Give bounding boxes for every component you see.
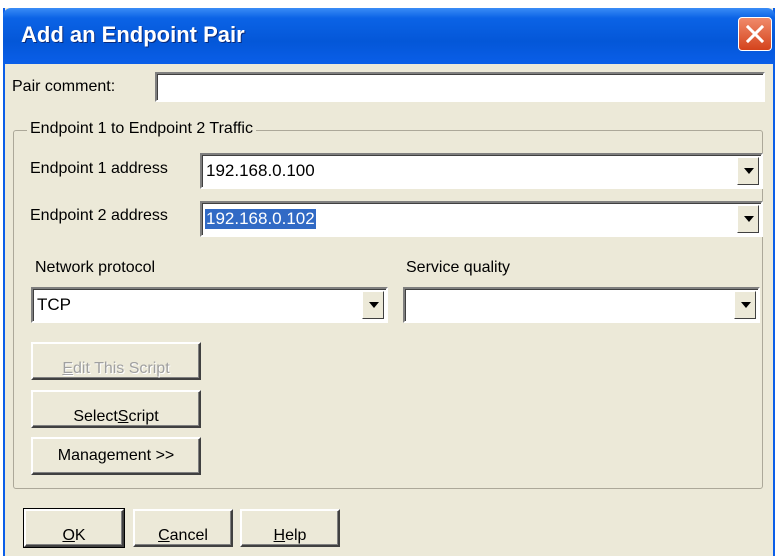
network-protocol-dropdown-button[interactable] [362, 291, 384, 319]
service-quality-dropdown-button[interactable] [734, 291, 756, 319]
endpoint2-value: 192.168.0.102 [205, 209, 316, 229]
pair-comment-label: Pair comment: [12, 78, 116, 95]
close-x-icon [746, 25, 764, 43]
endpoint1-label: Endpoint 1 address [30, 160, 168, 177]
endpoint1-value: 192.168.0.100 [206, 161, 315, 180]
select-script-button[interactable]: Select Script [31, 390, 201, 428]
dialog-title: Add an Endpoint Pair [21, 22, 245, 47]
service-quality-label: Service quality [406, 259, 511, 276]
cancel-button[interactable]: Cancel [133, 509, 233, 547]
endpoint2-label: Endpoint 2 address [30, 207, 168, 224]
network-protocol-select[interactable]: TCP [31, 287, 388, 323]
network-protocol-value: TCP [37, 295, 71, 314]
network-protocol-label: Network protocol [35, 259, 156, 276]
edit-script-button[interactable]: Edit This Script [31, 342, 201, 380]
chevron-down-icon [741, 302, 751, 308]
close-button[interactable] [738, 17, 772, 51]
endpoint2-combobox[interactable]: 192.168.0.102 [200, 201, 763, 237]
endpoint1-combobox[interactable]: 192.168.0.100 [200, 153, 763, 189]
traffic-group-title: Endpoint 1 to Endpoint 2 Traffic [27, 120, 256, 138]
endpoint1-dropdown-button[interactable] [737, 157, 759, 185]
chevron-down-icon [744, 216, 754, 222]
title-bar[interactable]: Add an Endpoint Pair [3, 8, 775, 64]
chevron-down-icon [744, 168, 754, 174]
endpoint2-dropdown-button[interactable] [737, 205, 759, 233]
help-button[interactable]: Help [240, 509, 340, 547]
ok-button[interactable]: OK [23, 508, 125, 548]
management-button[interactable]: Management >> [31, 437, 201, 475]
chevron-down-icon [369, 302, 379, 308]
service-quality-select[interactable] [403, 287, 760, 323]
pair-comment-input[interactable] [155, 72, 765, 102]
